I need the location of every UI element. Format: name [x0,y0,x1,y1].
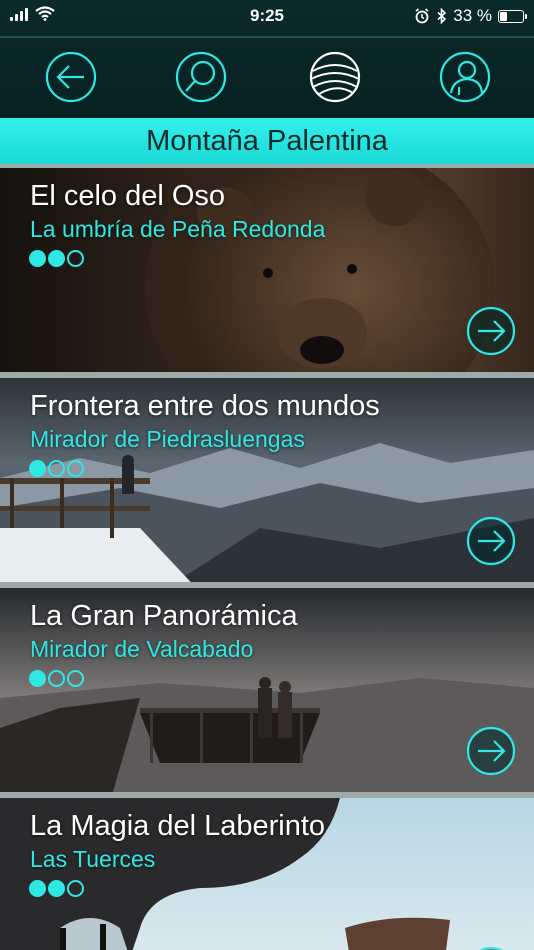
globe-icon [309,51,361,103]
battery-percent: 33 % [453,6,492,25]
route-subtitle: Las Tuerces [30,846,156,872]
app-header: 9:25 33 % [0,0,534,120]
back-button[interactable] [40,46,102,108]
search-icon [175,51,227,103]
difficulty-dot-filled [29,670,46,687]
route-title: La Gran Panorámica [30,600,298,632]
region-title: Montaña Palentina [0,118,534,164]
route-subtitle: Mirador de Valcabado [30,636,254,662]
route-subtitle: Mirador de Piedrasluengas [30,426,305,452]
difficulty-dot-empty [67,880,84,897]
route-card-4[interactable]: La Magia del Laberinto Las Tuerces [0,792,534,950]
difficulty-indicator [29,670,84,687]
open-route-button[interactable] [466,306,516,356]
alarm-icon [415,8,429,24]
difficulty-dot-filled [48,880,65,897]
nav-bar [0,36,534,120]
arrow-right-icon [466,516,516,566]
difficulty-dot-empty [48,460,65,477]
route-title: Frontera entre dos mundos [30,390,380,422]
difficulty-dot-empty [67,460,84,477]
status-bar: 9:25 33 % [0,0,534,32]
difficulty-dot-empty [48,670,65,687]
arrow-right-icon [466,726,516,776]
arrow-right-icon [466,306,516,356]
open-route-button[interactable] [466,726,516,776]
globe-button[interactable] [304,46,366,108]
route-card-2[interactable]: Frontera entre dos mundos Mirador de Pie… [0,372,534,586]
route-title: La Magia del Laberinto [30,810,326,842]
route-card-1[interactable]: El celo del Oso La umbría de Peña Redond… [0,162,534,376]
route-card-3[interactable]: La Gran Panorámica Mirador de Valcabado [0,582,534,796]
open-route-button[interactable] [466,946,516,950]
difficulty-indicator [29,880,84,897]
difficulty-dot-empty [67,250,84,267]
route-title: El celo del Oso [30,180,226,212]
back-arrow-icon [45,51,97,103]
user-icon [439,51,491,103]
difficulty-indicator [29,250,84,267]
profile-button[interactable] [434,46,496,108]
search-button[interactable] [170,46,232,108]
open-route-button[interactable] [466,516,516,566]
arrow-right-icon [479,946,503,950]
difficulty-dot-filled [29,460,46,477]
difficulty-indicator [29,460,84,477]
bluetooth-icon [437,8,447,24]
route-subtitle: La umbría de Peña Redonda [30,216,326,242]
difficulty-dot-filled [29,250,46,267]
difficulty-dot-filled [48,250,65,267]
difficulty-dot-filled [29,880,46,897]
battery-icon [498,9,527,23]
difficulty-dot-empty [67,670,84,687]
